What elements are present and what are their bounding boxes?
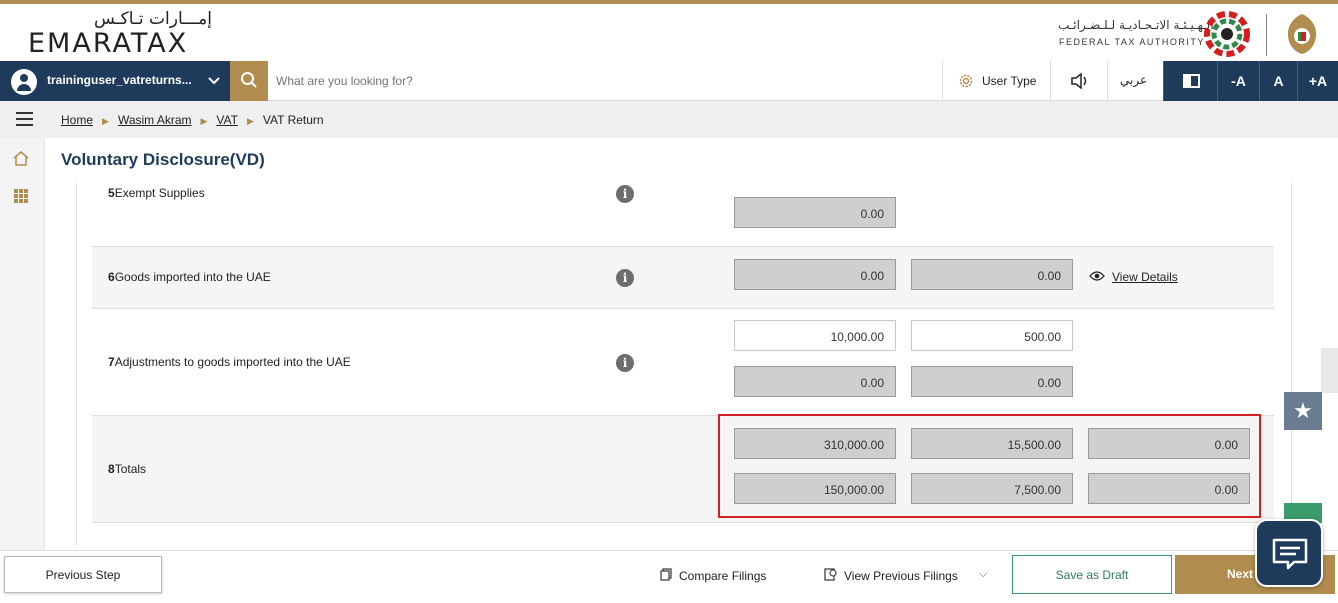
language-label: عربي [1120,73,1148,87]
view-previous-filings-label: View Previous Filings [844,569,958,583]
chevron-down-icon: ⌵ [979,568,988,580]
chevron-down-icon [208,77,220,85]
eye-icon [1089,271,1105,281]
text-to-speech-button[interactable] [1050,61,1107,101]
fta-logo-icon [1204,11,1250,57]
compare-icon [660,568,672,581]
form-row-exempt-supplies: 5Exempt Supplies i 0.00 [92,183,1274,247]
hamburger-menu-icon[interactable] [16,112,33,130]
language-toggle-button[interactable]: عربي [1107,61,1163,101]
header-divider [1266,14,1267,56]
emaratax-logo-arabic: إمـــارات تـاكـس [94,9,212,29]
chat-icon [1272,538,1308,570]
site-header: إمـــارات تـاكـس EMARATAX الـهـيـئـة الا… [0,4,1338,61]
row-number: 6 [108,270,115,284]
readonly-amount-field: 0.00 [734,259,896,290]
breadcrumb-separator-icon: ▶ [102,116,109,126]
page-title: Voluntary Disclosure(VD) [61,150,265,169]
breadcrumb-bar: Home ▶ Wasim Akram ▶ VAT ▶ VAT Return [0,101,1338,138]
info-icon[interactable]: i [616,354,634,372]
breadcrumb: Home ▶ Wasim Akram ▶ VAT ▶ VAT Return [61,113,324,127]
breadcrumb-separator-icon: ▶ [246,116,254,126]
star-icon: ★ [1293,398,1313,423]
compare-filings-label: Compare Filings [679,569,767,583]
breadcrumb-taxpayer[interactable]: Wasim Akram [118,113,192,127]
search-button[interactable] [230,61,268,101]
contrast-icon [1183,74,1200,88]
row-number: 5 [108,186,115,200]
search-icon [241,72,257,88]
uae-emblem-icon [1287,14,1317,54]
apps-grid-icon[interactable] [14,189,28,203]
form-footer: Previous Step Compare Filings View Previ… [0,550,1338,603]
fta-name-english: FEDERAL TAX AUTHORITY [1059,37,1205,47]
row-number: 7 [108,355,115,369]
breadcrumb-separator-icon: ▶ [200,116,208,126]
readonly-amount-field: 0.00 [734,366,896,397]
row-label: Adjustments to goods imported into the U… [114,355,351,369]
row-label: Totals [114,462,147,476]
search-input[interactable] [276,69,926,93]
speaker-icon [1071,72,1087,90]
row-label: Goods imported into the UAE [114,270,271,284]
user-menu[interactable]: traininguser_vatreturns... [0,61,230,101]
contrast-toggle-button[interactable] [1163,61,1217,101]
form-row-adjustments-imports: 7Adjustments to goods imported into the … [92,309,1274,416]
breadcrumb-home[interactable]: Home [61,113,93,127]
row-label: Exempt Supplies [114,186,205,200]
chat-button[interactable] [1255,519,1323,587]
readonly-vat-field: 0.00 [911,259,1073,290]
info-icon[interactable]: i [616,269,634,287]
readonly-vat-field: 0.00 [911,366,1073,397]
font-normal-button[interactable]: A [1259,61,1297,101]
user-type-label: User Type [982,74,1037,88]
info-icon[interactable]: i [616,185,634,203]
vat-input[interactable]: 500.00 [911,320,1073,351]
view-details-label: View Details [1112,270,1178,284]
user-avatar-icon [11,69,37,95]
fta-name-arabic: الـهـيـئـة الاتـحـاديـة لـلـضـرائـب [1058,18,1214,32]
highlight-box [718,414,1261,518]
row-number: 8 [108,462,115,476]
amount-input[interactable]: 10,000.00 [734,320,896,351]
history-icon [824,568,837,581]
save-as-draft-button[interactable]: Save as Draft [1012,555,1172,594]
left-sidebar [0,138,45,550]
readonly-amount-field: 0.00 [734,197,896,228]
breadcrumb-current: VAT Return [262,113,324,127]
scrollbar-thumb[interactable] [1321,348,1338,393]
previous-step-button[interactable]: Previous Step [4,556,162,593]
font-increase-button[interactable]: +A [1297,61,1338,101]
emaratax-logo[interactable]: EMARATAX [28,28,188,59]
gear-icon [959,74,973,88]
user-type-button[interactable]: User Type [942,61,1050,101]
breadcrumb-vat[interactable]: VAT [216,113,238,127]
home-icon[interactable] [13,151,29,166]
font-decrease-button[interactable]: -A [1217,61,1259,101]
favorite-button[interactable]: ★ [1284,392,1322,430]
username-label: traininguser_vatreturns... [47,73,192,87]
top-navigation: traininguser_vatreturns... User Type عرب… [0,61,1338,101]
